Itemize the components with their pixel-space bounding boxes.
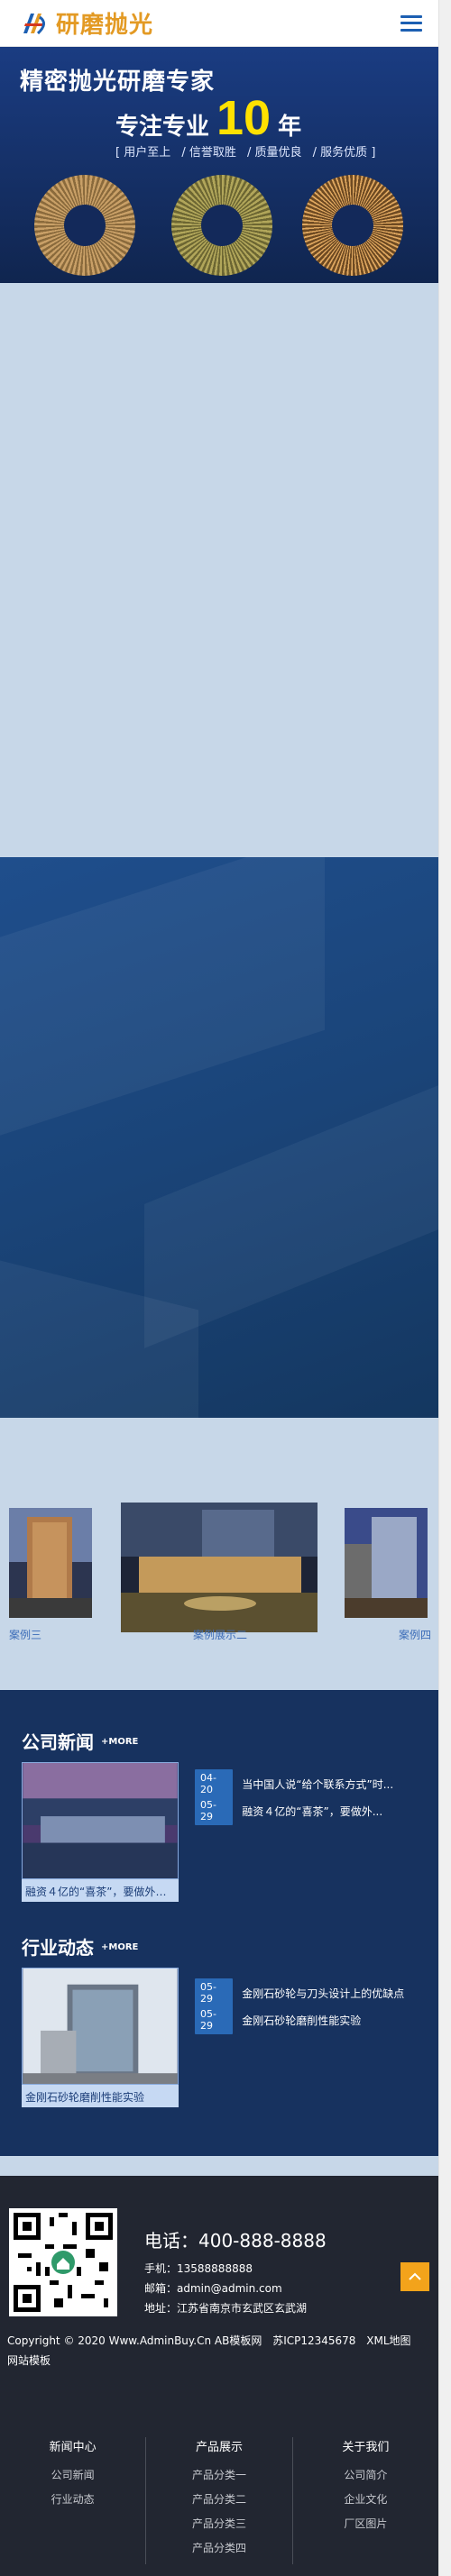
footer-column-heading: 关于我们	[342, 2441, 390, 2454]
news-date: 04-20	[195, 1769, 234, 1798]
case-caption[interactable]: 案例三	[9, 1627, 41, 1642]
news-title[interactable]: 当中国人说“给个联系方式”时...	[242, 1777, 438, 1792]
banner-tag: [ 用户至上	[115, 146, 171, 160]
news-section: 公司新闻 +MORE 融资４亿的“喜茶”，要做外卖... 04-20 当中国人说…	[0, 1690, 438, 2156]
news-item[interactable]: 05-29 融资４亿的“喜茶”，要做外...	[195, 1796, 438, 1825]
icp-link[interactable]: 苏ICP12345678	[272, 2334, 355, 2347]
footer-link[interactable]: 行业动态	[0, 2491, 145, 2507]
page-scrollbar[interactable]	[438, 0, 451, 2576]
company-news-featured-image[interactable]	[22, 1762, 179, 1879]
copyright-text: Copyright © 2020 Www.AdminBuy.Cn AB模板网	[7, 2334, 262, 2347]
industry-news-featured-image[interactable]	[22, 1968, 179, 2085]
footer-link[interactable]: 产品分类一	[146, 2467, 291, 2482]
case-gallery: 案例三 案例展示二 案例四	[0, 1418, 438, 1690]
case-image-2[interactable]	[121, 1503, 318, 1632]
banner-title: 精密抛光研磨专家	[20, 69, 216, 96]
company-news-title: 公司新闻	[22, 1731, 94, 1753]
polishing-wheel-image	[34, 175, 135, 276]
case-caption[interactable]: 案例展示二	[193, 1627, 247, 1642]
footer-column-heading: 产品展示	[195, 2441, 243, 2454]
polishing-wheel-image	[171, 175, 272, 276]
banner-years-number: 10	[216, 91, 272, 145]
industry-news-featured-caption[interactable]: 金刚石砂轮磨削性能实验	[22, 2085, 179, 2107]
contact-email[interactable]: 邮箱：admin@admin.com	[144, 2280, 282, 2296]
qr-code-icon	[14, 2213, 113, 2312]
xml-map-link[interactable]: XML地图	[366, 2334, 410, 2347]
news-title[interactable]: 融资４亿的“喜茶”，要做外...	[242, 1804, 438, 1819]
footer-link[interactable]: 厂区图片	[293, 2516, 438, 2531]
logo-mark-icon	[23, 13, 45, 34]
news-date: 05-29	[195, 2005, 234, 2034]
contact-mobile: 手机：13588888888	[144, 2262, 253, 2275]
banner-tags: [ 用户至上 / 信誉取胜 / 质量优良 / 服务优质 ]	[115, 142, 382, 160]
news-item[interactable]: 04-20 当中国人说“给个联系方式”时...	[195, 1769, 438, 1798]
decorative-background-section	[0, 857, 438, 1418]
company-news-more-link[interactable]: +MORE	[101, 1737, 138, 1747]
footer-column-about: 关于我们 公司简介 企业文化 厂区图片	[291, 2437, 438, 2564]
footer-link-columns: 新闻中心 公司新闻 行业动态 产品展示 产品分类一 产品分类二 产品分类三 产品…	[0, 2437, 438, 2564]
back-to-top-button[interactable]	[400, 2262, 429, 2291]
footer-link[interactable]: 公司新闻	[0, 2467, 145, 2482]
empty-content-area	[0, 283, 438, 857]
banner-subtitle: 专注专业 10 年	[115, 94, 301, 142]
footer-column-heading: 新闻中心	[49, 2441, 97, 2454]
qr-code-image	[9, 2208, 117, 2316]
banner-tag: / 服务优质 ]	[312, 146, 376, 160]
banner-tag: / 信誉取胜	[181, 146, 236, 160]
banner-subtitle-prefix: 专注专业	[115, 114, 210, 141]
site-footer: 电话：400-888-8888 手机：13588888888 邮箱：admin@…	[0, 2176, 438, 2576]
footer-column-news: 新闻中心 公司新闻 行业动态	[0, 2437, 145, 2564]
industry-news-title: 行业动态	[22, 1937, 94, 1959]
footer-link[interactable]: 产品分类二	[146, 2491, 291, 2507]
page: 研磨抛光 精密抛光研磨专家 专注专业 10 年 [ 用户至上 / 信誉取胜 / …	[0, 0, 438, 2576]
banner-subtitle-suffix: 年	[278, 114, 302, 141]
news-date: 05-29	[195, 1796, 234, 1825]
contact-address: 地址：江苏省南京市玄武区玄武湖	[144, 2302, 308, 2315]
company-news-featured-caption[interactable]: 融资４亿的“喜茶”，要做外卖...	[22, 1879, 179, 1902]
industry-news-more-link[interactable]: +MORE	[101, 1942, 138, 1952]
site-header: 研磨抛光	[0, 0, 438, 47]
contact-phone[interactable]: 电话：400-888-8888	[144, 2226, 327, 2252]
news-date: 05-29	[195, 1978, 234, 2007]
template-link[interactable]: 网站模板	[7, 2354, 51, 2367]
news-title[interactable]: 金刚石砂轮与刀头设计上的优缺点	[242, 1986, 438, 2001]
case-caption[interactable]: 案例四	[399, 1627, 431, 1642]
footer-column-products: 产品展示 产品分类一 产品分类二 产品分类三 产品分类四	[145, 2437, 291, 2564]
footer-link[interactable]: 产品分类四	[146, 2540, 291, 2555]
banner-tag: / 质量优良	[247, 146, 302, 160]
news-item[interactable]: 05-29 金刚石砂轮与刀头设计上的优缺点	[195, 1978, 438, 2007]
news-title[interactable]: 金刚石砂轮磨削性能实验	[242, 2013, 438, 2028]
hamburger-menu-icon[interactable]	[400, 14, 422, 32]
case-image-4[interactable]	[345, 1508, 428, 1618]
section-divider	[0, 2156, 438, 2176]
case-image-3[interactable]	[9, 1508, 92, 1618]
news-item[interactable]: 05-29 金刚石砂轮磨削性能实验	[195, 2005, 438, 2034]
footer-link[interactable]: 企业文化	[293, 2491, 438, 2507]
logo[interactable]: 研磨抛光	[20, 6, 153, 40]
hero-banner[interactable]: 精密抛光研磨专家 专注专业 10 年 [ 用户至上 / 信誉取胜 / 质量优良 …	[0, 47, 438, 283]
footer-link[interactable]: 产品分类三	[146, 2516, 291, 2531]
arrow-up-icon	[409, 2272, 421, 2280]
logo-text: 研磨抛光	[56, 12, 154, 39]
footer-link[interactable]: 公司简介	[293, 2467, 438, 2482]
polishing-wheel-image	[302, 175, 403, 276]
copyright: Copyright © 2020 Www.AdminBuy.Cn AB模板网 苏…	[7, 2331, 422, 2370]
